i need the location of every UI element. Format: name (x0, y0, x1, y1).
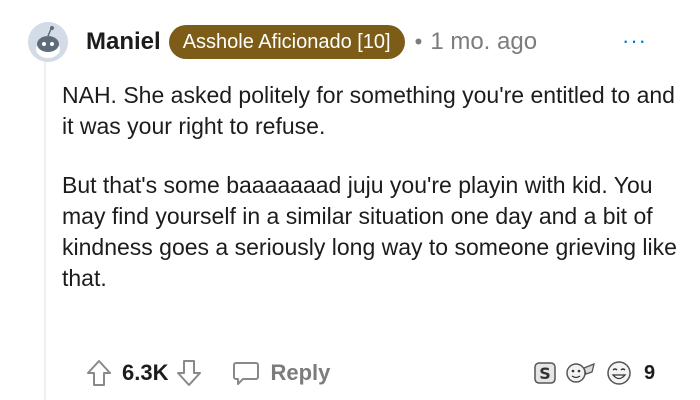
username-link[interactable]: Maniel (86, 28, 161, 56)
snoo-avatar-icon (28, 22, 68, 62)
comment-paragraph: But that's some baaaaaaad juju you're pl… (62, 172, 677, 291)
comment-paragraph: NAH. She asked politely for something yo… (62, 82, 675, 139)
comment-body: NAH. She asked politely for something yo… (62, 80, 682, 322)
reply-label: Reply (270, 360, 331, 385)
downvote-button[interactable] (176, 359, 202, 387)
thread-line[interactable] (44, 58, 46, 400)
comment-header: Maniel Asshole Aficionado [10] • 1 mo. a… (86, 22, 537, 62)
separator-dot: • (414, 29, 423, 54)
avatar[interactable] (28, 22, 68, 62)
arrow-down-icon (177, 360, 202, 386)
laughing-award-icon (604, 360, 634, 386)
more-options-button[interactable]: ··· (622, 30, 647, 52)
award-count: 9 (644, 361, 656, 384)
vote-score: 6.3K (122, 360, 169, 385)
reply-button[interactable]: Reply (232, 360, 330, 386)
silver-award-icon: S (532, 360, 558, 386)
upvote-button[interactable] (86, 359, 112, 387)
user-flair: Asshole Aficionado [10] (168, 25, 405, 59)
arrow-up-icon (87, 360, 111, 386)
speech-bubble-icon (233, 362, 260, 385)
comment-actions: 6.3K Reply (86, 355, 330, 391)
svg-text:S: S (539, 364, 551, 383)
awards-bar[interactable]: S 9 (532, 355, 655, 391)
timestamp[interactable]: 1 mo. ago (430, 28, 537, 56)
wholesome-award-icon (564, 360, 598, 386)
